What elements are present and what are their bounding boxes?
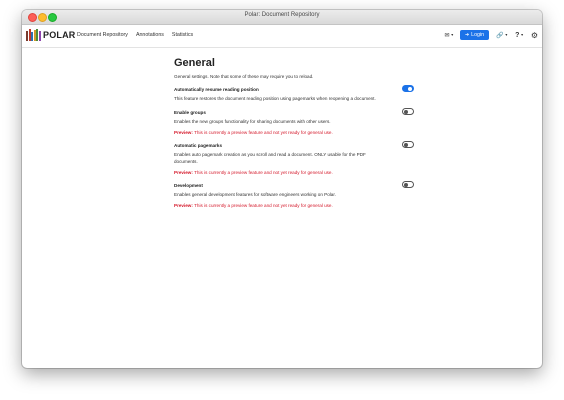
toggle-knob — [404, 182, 408, 187]
envelope-icon: ✉ — [444, 32, 450, 39]
sign-in-icon: ➜ — [464, 32, 470, 38]
toggle-knob — [408, 86, 412, 91]
page-title: General — [174, 57, 215, 69]
setting-description: Enables auto pagemark creation as you sc… — [174, 152, 366, 164]
preview-warning: Preview: This is currently a preview fea… — [174, 170, 414, 175]
help-dropdown[interactable]: ? ▼ — [515, 32, 524, 39]
page-intro: General settings. Note that some of thes… — [174, 74, 314, 79]
preview-text: This is currently a preview feature and … — [192, 169, 333, 175]
setting-enable-groups: Enable groups Enables the new groups fun… — [174, 108, 414, 135]
preview-warning: Preview: This is currently a preview fea… — [174, 203, 414, 208]
setting-description: Enables general development features for… — [174, 191, 336, 197]
caret-down-icon: ▼ — [504, 33, 509, 37]
window-title: Polar: Document Repository — [244, 12, 320, 18]
gear-icon: ⚙ — [530, 30, 538, 40]
resume-reading-toggle[interactable] — [402, 85, 414, 92]
preview-label: Preview: — [174, 169, 193, 175]
settings-content: General General settings. Note that some… — [174, 47, 414, 216]
help-icon: ? — [515, 31, 520, 39]
setting-title: Enable groups — [174, 110, 206, 116]
setting-automatic-pagemarks: Automatic pagemarks Enables auto pagemar… — [174, 141, 414, 175]
toggle-knob — [404, 143, 408, 148]
messages-dropdown[interactable]: ✉ ▼ — [444, 32, 454, 39]
setting-development: Development Enables general development … — [174, 180, 414, 208]
enable-groups-toggle[interactable] — [402, 108, 414, 116]
books-logo-icon — [26, 29, 41, 41]
preview-text: This is currently a preview feature and … — [192, 130, 333, 136]
brand-name: POLAR — [43, 30, 76, 40]
preview-text: This is currently a preview feature and … — [192, 202, 333, 208]
app-window: Polar: Document Repository POLAR Documen… — [22, 10, 542, 368]
nav-annotations[interactable]: Annotations — [136, 32, 164, 38]
settings-button[interactable]: ⚙ — [531, 31, 538, 40]
setting-title: Development — [174, 182, 203, 188]
top-navbar: POLAR Document Repository Annotations St… — [22, 25, 542, 48]
automatic-pagemarks-toggle[interactable] — [402, 141, 414, 149]
title-bar: Polar: Document Repository — [22, 10, 542, 25]
nav-document-repository[interactable]: Document Repository — [77, 32, 128, 38]
caret-down-icon: ▼ — [450, 33, 454, 37]
preview-label: Preview: — [174, 202, 193, 208]
setting-description: This feature restores the document readi… — [174, 96, 376, 101]
preview-label: Preview: — [174, 130, 193, 136]
setting-description: Enables the new groups functionality for… — [174, 119, 331, 125]
caret-down-icon: ▼ — [520, 33, 524, 37]
login-label: Login — [471, 32, 485, 38]
preview-warning: Preview: This is currently a preview fea… — [174, 130, 414, 135]
setting-resume-reading: Automatically resume reading position Th… — [174, 85, 414, 102]
setting-title: Automatic pagemarks — [174, 143, 222, 149]
login-button[interactable]: ➜ Login — [459, 30, 490, 40]
link-icon: 🔗 — [496, 32, 504, 39]
toggle-knob — [404, 109, 408, 114]
nav-statistics[interactable]: Statistics — [172, 32, 193, 38]
logo[interactable]: POLAR — [26, 29, 76, 41]
links-dropdown[interactable]: 🔗 ▼ — [496, 32, 508, 39]
setting-title: Automatically resume reading position — [174, 87, 259, 92]
development-toggle[interactable] — [402, 180, 414, 188]
